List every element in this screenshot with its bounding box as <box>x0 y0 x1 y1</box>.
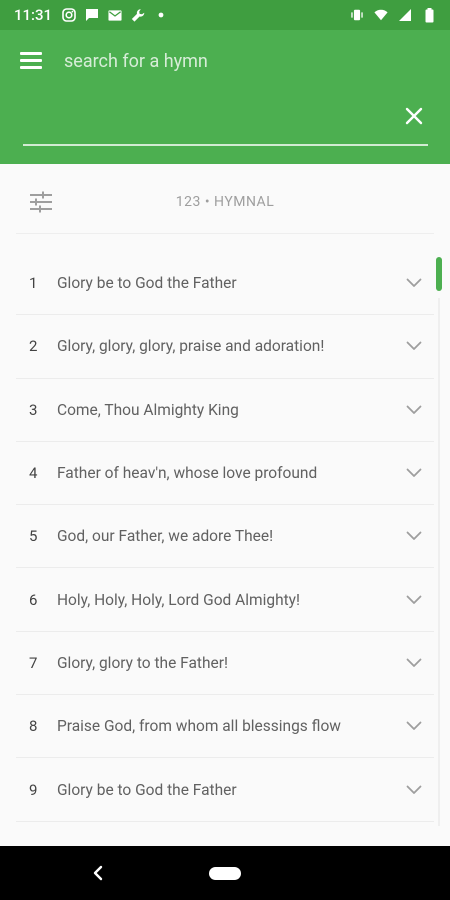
signal-icon <box>398 8 412 22</box>
divider <box>16 233 434 234</box>
hymn-row[interactable]: 1 Glory be to God the Father <box>16 252 434 316</box>
hymn-title: God, our Father, we adore Thee! <box>57 527 274 546</box>
hymn-number: 6 <box>29 590 38 609</box>
hymn-row[interactable]: 7 Glory, glory to the Father! <box>16 632 434 696</box>
chevron-down-icon[interactable] <box>394 653 434 673</box>
hymn-number: 2 <box>29 337 38 356</box>
hymn-row[interactable]: 9 Glory be to God the Father <box>16 758 434 822</box>
hymn-number: 4 <box>29 464 38 483</box>
search-input[interactable] <box>64 48 394 74</box>
hymn-number: 3 <box>29 400 38 419</box>
chevron-down-icon[interactable] <box>394 400 434 420</box>
vibrate-icon <box>350 8 364 22</box>
hymn-list: 1 Glory be to God the Father 2 Glory, glory… <box>16 252 434 822</box>
hymn-title: Glory, glory, glory, praise and adoratio… <box>57 337 325 356</box>
hymn-title: Glory be to God the Father <box>57 780 237 799</box>
chevron-down-icon[interactable] <box>394 273 434 293</box>
mail-icon <box>108 8 122 22</box>
chevron-down-icon[interactable] <box>394 716 434 736</box>
menu-icon[interactable] <box>20 52 44 70</box>
hymn-title: Glory, glory to the Father! <box>57 653 228 672</box>
hymn-row[interactable]: 3 Come, Thou Almighty King <box>16 379 434 442</box>
hymn-number: 9 <box>29 780 38 799</box>
hymn-number: 7 <box>29 653 38 672</box>
status-bar: 11:31 <box>0 0 450 30</box>
hymn-title: Come, Thou Almighty King <box>57 400 239 419</box>
hymn-row[interactable]: 8 Praise God, from whom all blessings flo… <box>16 695 434 759</box>
close-icon[interactable] <box>402 104 426 128</box>
hymn-row[interactable]: 6 Holy, Holy, Holy, Lord God Almighty! <box>16 568 434 632</box>
hymn-row[interactable]: 5 God, our Father, we adore Thee! <box>16 505 434 569</box>
chevron-down-icon[interactable] <box>394 526 434 546</box>
home-pill[interactable] <box>209 867 241 880</box>
filter-row: 123 • HYMNAL <box>0 164 450 236</box>
chevron-down-icon[interactable] <box>394 336 434 356</box>
hymn-title: Glory be to God the Father <box>57 274 237 293</box>
search-underline <box>23 144 428 146</box>
dot-icon <box>154 8 168 22</box>
instagram-icon <box>62 8 76 22</box>
hymn-number: 8 <box>29 717 38 736</box>
search-app-bar <box>0 30 450 164</box>
hymnal-filter-label[interactable]: 123 • HYMNAL <box>0 194 450 210</box>
hymn-row[interactable]: 2 Glory, glory, glory, praise and adorati… <box>16 315 434 379</box>
status-time: 11:31 <box>14 6 53 24</box>
scrollbar-thumb[interactable] <box>436 257 442 291</box>
hymn-title: Praise God, from whom all blessings flow <box>57 717 341 736</box>
hymn-number: 1 <box>29 274 38 293</box>
hymn-title: Holy, Holy, Holy, Lord God Almighty! <box>57 590 301 609</box>
scrollbar-track <box>438 298 440 826</box>
wrench-icon <box>131 8 145 22</box>
wifi-icon <box>374 8 388 22</box>
hymn-row[interactable]: 4 Father of heav'n, whose love profound <box>16 442 434 506</box>
message-icon <box>85 8 99 22</box>
battery-icon <box>422 7 436 22</box>
back-icon[interactable] <box>88 862 108 884</box>
hymn-title: Father of heav'n, whose love profound <box>57 464 318 483</box>
hymn-number: 5 <box>29 527 38 546</box>
system-nav-bar <box>0 846 450 900</box>
chevron-down-icon[interactable] <box>394 590 434 610</box>
chevron-down-icon[interactable] <box>394 463 434 483</box>
chevron-down-icon[interactable] <box>394 780 434 800</box>
